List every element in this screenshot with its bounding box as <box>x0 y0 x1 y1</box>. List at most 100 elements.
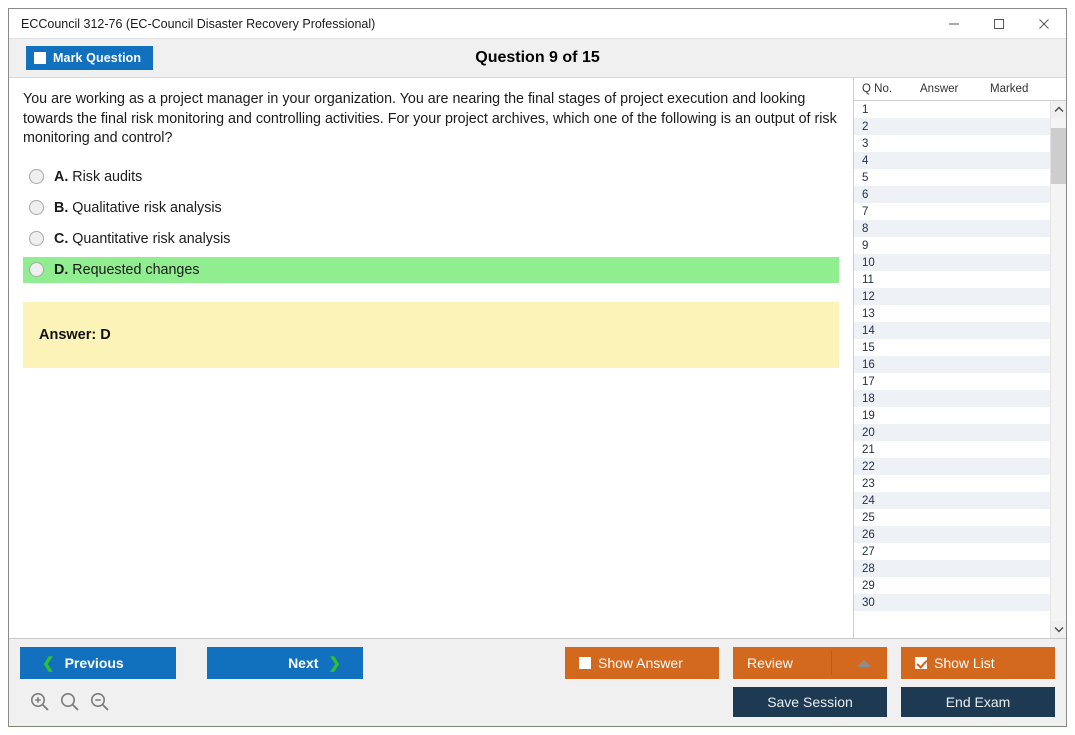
question-list-row[interactable]: 14 <box>854 322 1050 339</box>
question-list-row[interactable]: 7 <box>854 203 1050 220</box>
window-controls <box>931 9 1066 38</box>
question-list-row[interactable]: 18 <box>854 390 1050 407</box>
question-list-row[interactable]: 30 <box>854 594 1050 611</box>
show-list-checkbox-icon <box>915 657 927 669</box>
radio-button-icon[interactable] <box>29 169 44 184</box>
scrollbar-thumb[interactable] <box>1051 128 1066 184</box>
question-list-row[interactable]: 2 <box>854 118 1050 135</box>
question-list-number: 8 <box>862 222 869 235</box>
question-list-row[interactable]: 4 <box>854 152 1050 169</box>
answer-option-d[interactable]: D. Requested changes <box>23 256 839 283</box>
content-area: You are working as a project manager in … <box>9 77 1066 638</box>
maximize-icon <box>993 18 1004 29</box>
question-list-number: 18 <box>862 392 875 405</box>
question-list-row[interactable]: 29 <box>854 577 1050 594</box>
show-list-label: Show List <box>934 655 995 671</box>
question-list-number: 11 <box>862 273 874 286</box>
question-list-pane: Q No. Answer Marked 1 2 3 4 5 6 7 8 9 10 11 12 13 14 1… <box>853 77 1066 638</box>
question-list-number: 22 <box>862 460 875 473</box>
question-list-number: 10 <box>862 256 875 269</box>
question-list-row[interactable]: 11 <box>854 271 1050 288</box>
question-list-row[interactable]: 25 <box>854 509 1050 526</box>
question-list-row[interactable]: 9 <box>854 237 1050 254</box>
zoom-in-button[interactable] <box>28 690 52 714</box>
question-list-row[interactable]: 6 <box>854 186 1050 203</box>
answer-options-list: A. Risk audits B. Qualitative risk analys… <box>23 164 839 283</box>
answer-option-label: C. Quantitative risk analysis <box>54 231 230 247</box>
show-answer-label: Show Answer <box>598 655 683 671</box>
minimize-icon <box>948 23 959 24</box>
mark-question-label: Mark Question <box>53 51 142 65</box>
question-list-row[interactable]: 19 <box>854 407 1050 424</box>
question-list-header: Q No. Answer Marked <box>854 78 1066 101</box>
question-list-row[interactable]: 28 <box>854 560 1050 577</box>
question-list-row[interactable]: 10 <box>854 254 1050 271</box>
answer-option-letter: C. <box>54 230 69 247</box>
end-exam-button[interactable]: End Exam <box>901 687 1055 717</box>
caret-up-icon <box>857 659 871 667</box>
question-list-number: 27 <box>862 545 875 558</box>
question-list-row[interactable]: 20 <box>854 424 1050 441</box>
question-list-number: 28 <box>862 562 875 575</box>
answer-option-c[interactable]: C. Quantitative risk analysis <box>23 226 839 252</box>
question-list-row[interactable]: 26 <box>854 526 1050 543</box>
exam-window: ECCouncil 312-76 (EC-Council Disaster Re… <box>8 8 1067 727</box>
radio-button-icon[interactable] <box>29 262 44 277</box>
question-list-row[interactable]: 27 <box>854 543 1050 560</box>
scrollbar-track[interactable] <box>1051 118 1066 621</box>
window-title: ECCouncil 312-76 (EC-Council Disaster Re… <box>21 16 376 31</box>
column-header-answer: Answer <box>920 83 959 95</box>
mark-question-button[interactable]: Mark Question <box>26 46 154 70</box>
next-button[interactable]: Next ❯ <box>207 647 363 679</box>
review-dropdown-button[interactable]: Review <box>733 647 887 679</box>
question-list-row[interactable]: 13 <box>854 305 1050 322</box>
question-list-row[interactable]: 8 <box>854 220 1050 237</box>
answer-option-letter: D. <box>54 261 69 278</box>
question-list-row[interactable]: 1 <box>854 101 1050 118</box>
question-list-number: 23 <box>862 477 875 490</box>
question-list-number: 1 <box>862 103 869 116</box>
question-list-number: 5 <box>862 171 869 184</box>
show-list-button[interactable]: Show List <box>901 647 1055 679</box>
question-list-number: 16 <box>862 358 875 371</box>
maximize-button[interactable] <box>976 9 1021 38</box>
zoom-reset-button[interactable] <box>58 690 82 714</box>
zoom-in-icon <box>31 693 49 711</box>
chevron-right-icon: ❯ <box>328 654 341 672</box>
answer-text: Answer: D <box>39 326 111 343</box>
question-list-number: 29 <box>862 579 875 592</box>
answer-option-text: Qualitative risk analysis <box>72 199 222 216</box>
question-list-row[interactable]: 5 <box>854 169 1050 186</box>
minimize-button[interactable] <box>931 9 976 38</box>
answer-option-b[interactable]: B. Qualitative risk analysis <box>23 195 839 221</box>
question-list-number: 17 <box>862 375 875 388</box>
close-icon <box>1038 18 1049 29</box>
zoom-out-button[interactable] <box>88 690 112 714</box>
next-label: Next <box>288 655 319 671</box>
answer-option-text: Risk audits <box>72 168 143 185</box>
radio-button-icon[interactable] <box>29 200 44 215</box>
previous-button[interactable]: ❮ Previous <box>20 647 176 679</box>
scroll-up-button[interactable] <box>1051 101 1066 118</box>
question-list-row[interactable]: 16 <box>854 356 1050 373</box>
question-list-row[interactable]: 3 <box>854 135 1050 152</box>
show-answer-button[interactable]: Show Answer <box>565 647 719 679</box>
save-session-button[interactable]: Save Session <box>733 687 887 717</box>
question-list-row[interactable]: 22 <box>854 458 1050 475</box>
question-list-row[interactable]: 23 <box>854 475 1050 492</box>
zoom-out-icon <box>91 693 109 711</box>
close-button[interactable] <box>1021 9 1066 38</box>
question-header-bar: Mark Question Question 9 of 15 <box>9 39 1066 77</box>
question-list-row[interactable]: 21 <box>854 441 1050 458</box>
question-list-row[interactable]: 24 <box>854 492 1050 509</box>
question-list-scrollbar[interactable] <box>1050 101 1066 638</box>
scroll-down-button[interactable] <box>1051 621 1066 638</box>
answer-option-a[interactable]: A. Risk audits <box>23 164 839 190</box>
question-counter: Question 9 of 15 <box>475 49 600 66</box>
question-list-row[interactable]: 17 <box>854 373 1050 390</box>
radio-button-icon[interactable] <box>29 231 44 246</box>
question-list-number: 24 <box>862 494 875 507</box>
column-header-marked: Marked <box>990 83 1029 95</box>
question-list-row[interactable]: 12 <box>854 288 1050 305</box>
question-list-row[interactable]: 15 <box>854 339 1050 356</box>
